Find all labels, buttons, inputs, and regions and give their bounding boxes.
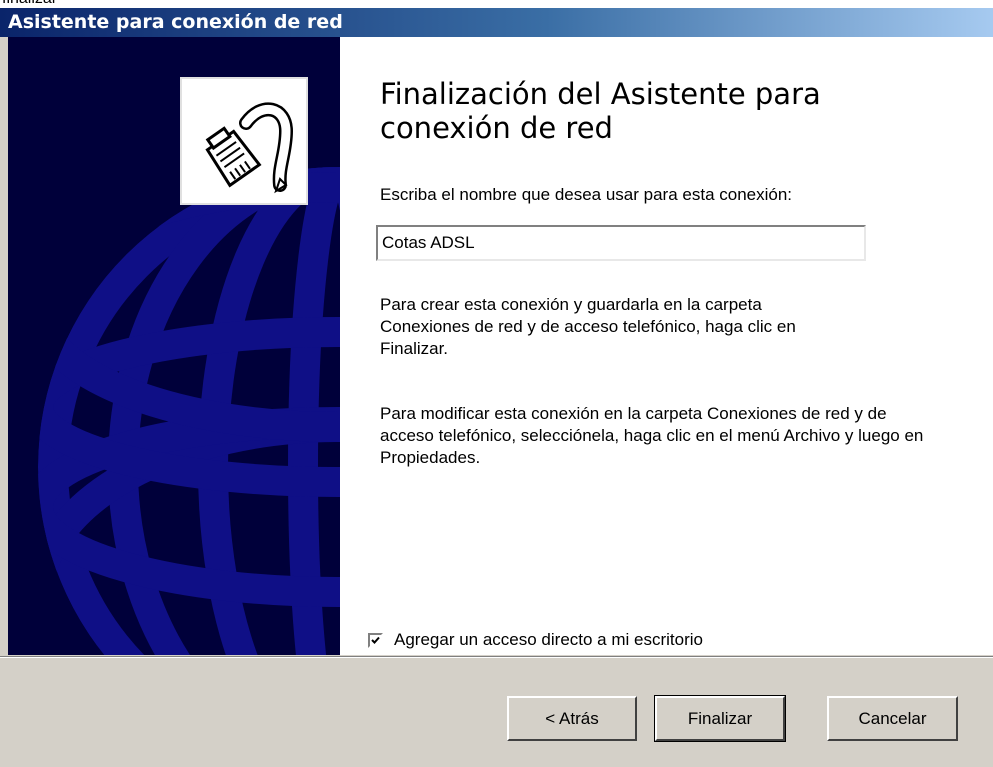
desktop-shortcut-option[interactable]: Agregar un acceso directo a mi escritori… <box>368 630 703 650</box>
network-cable-icon <box>180 77 308 205</box>
side-panel <box>8 37 340 655</box>
connection-name-label: Escriba el nombre que desea usar para es… <box>380 185 793 204</box>
connection-name-input[interactable] <box>376 225 866 261</box>
wizard-main-pane: Finalización del Asistente para conexión… <box>368 37 993 655</box>
cancel-button[interactable]: Cancelar <box>827 696 958 741</box>
modify-instructions: Para modificar esta conexión en la carpe… <box>380 404 924 467</box>
checkmark-icon <box>371 636 380 644</box>
back-button[interactable]: < Atrás <box>507 696 637 741</box>
finish-button[interactable]: Finalizar <box>654 695 786 742</box>
desktop-shortcut-label: Agregar un acceso directo a mi escritori… <box>394 630 703 649</box>
wizard-content: Finalización del Asistente para conexión… <box>8 37 993 655</box>
create-instructions: Para crear esta conexión y guardarla en … <box>380 295 796 358</box>
window-titlebar[interactable]: Asistente para conexión de red <box>0 8 993 37</box>
page-title: Finalización del Asistente para conexión… <box>380 77 821 145</box>
wizard-window: Asistente para conexión de red Finalizac… <box>0 8 993 767</box>
button-separator <box>0 656 993 658</box>
background-text-fragment: finalizar <box>2 0 982 8</box>
desktop-shortcut-checkbox[interactable] <box>368 632 383 648</box>
